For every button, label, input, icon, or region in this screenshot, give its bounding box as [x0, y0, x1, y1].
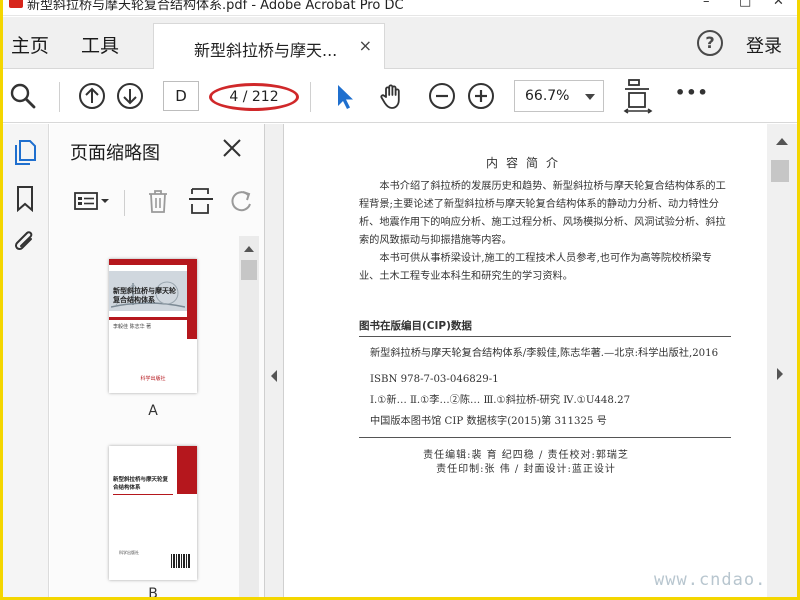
document-scrollbar[interactable] [767, 124, 797, 597]
page-paragraph: 本书介绍了斜拉桥的发展历史和趋势、新型斜拉桥与摩天轮复合结构体系的工程背景;主要… [359, 181, 726, 246]
divider [359, 336, 731, 337]
navigation-rail [3, 124, 49, 597]
login-button[interactable]: 登录 [746, 32, 782, 58]
thumbnails-scrollbar[interactable] [239, 236, 259, 597]
thumbnail-label: B [148, 586, 158, 597]
cip-line: 中国版本图书馆 CIP 数据核字(2015)第 311325 号 [370, 416, 607, 427]
close-window-button[interactable]: ✕ [773, 0, 784, 9]
tab-bar: 主页 工具 新型斜拉桥与摩天... × ? 登录 [3, 17, 797, 69]
page-number-input[interactable]: D [163, 81, 199, 111]
thumbnails-panel: 页面缩略图 新型斜拉桥与摩天轮复合结构体系 李毅佳 陈志华 著 科学出版社 A … [50, 124, 265, 597]
page-thumbnail[interactable]: 新型斜拉桥与摩天轮复合结构体系 李毅佳 陈志华 著 科学出版社 [109, 259, 197, 393]
chevron-down-icon [585, 94, 595, 100]
thumbnail-label: A [148, 403, 158, 419]
acrobat-icon [9, 0, 23, 8]
expand-panel-icon[interactable] [777, 368, 783, 380]
page-heading: 内容简介 [485, 156, 566, 170]
scroll-up-icon[interactable] [244, 246, 254, 252]
page-thumbnails-icon[interactable] [12, 138, 38, 166]
credits-line: 责任编辑:裴 育 纪四稳 / 责任校对:郭瑞芝 [423, 450, 629, 461]
hand-tool-icon[interactable] [378, 82, 406, 110]
next-page-icon[interactable] [116, 82, 144, 110]
collapse-panel-icon[interactable] [271, 370, 277, 382]
thumbnail-cover-title: 新型斜拉桥与摩天轮复合结构体系 [113, 287, 176, 304]
bookmark-icon[interactable] [12, 184, 38, 213]
document-view: 内容简介 本书介绍了斜拉桥的发展历史和趋势、新型斜拉桥与摩天轮复合结构体系的工程… [283, 124, 797, 597]
barcode-image [171, 554, 191, 568]
close-icon[interactable] [220, 136, 244, 160]
title-bar: 新型斜拉桥与摩天轮复合结构体系.pdf - Adobe Acrobat Pro … [3, 0, 797, 16]
thumbnail-publisher: 科学出版社 [119, 550, 139, 555]
divider [359, 437, 731, 438]
zoom-dropdown[interactable]: 66.7% [514, 80, 604, 112]
panel-title: 页面缩略图 [70, 143, 160, 164]
page-paragraph: 本书可供从事桥梁设计,施工的工程技术人员参考,也可作为高等院校桥梁专业、土木工程… [359, 253, 712, 282]
fit-page-icon[interactable] [623, 78, 653, 114]
prev-page-icon[interactable] [78, 82, 106, 110]
scrollbar-thumb[interactable] [241, 260, 257, 280]
document-tab-label: 新型斜拉桥与摩天... [194, 41, 338, 60]
toolbar: D 4 / 212 66.7% ••• [3, 70, 797, 123]
scroll-up-icon[interactable] [776, 138, 788, 145]
document-tab-close-button[interactable]: × [359, 36, 372, 55]
select-cursor-icon[interactable] [331, 82, 359, 110]
panel-toolbar [50, 180, 265, 224]
thumbnail-list: 新型斜拉桥与摩天轮复合结构体系 李毅佳 陈志华 著 科学出版社 A 新型斜拉桥与… [50, 232, 240, 597]
attachment-icon[interactable] [12, 228, 38, 256]
cip-line: 新型斜拉桥与摩天轮复合结构体系/李毅佳,陈志华著.—北京:科学出版社,2016 [370, 348, 719, 359]
more-icon[interactable]: ••• [675, 83, 709, 102]
document-tab[interactable]: 新型斜拉桥与摩天... × [153, 23, 385, 69]
delete-icon[interactable] [143, 186, 173, 216]
panel-splitter[interactable] [265, 124, 283, 597]
thumbnail-cover-title: 新型斜拉桥与摩天轮复合结构体系 [113, 477, 169, 491]
zoom-in-icon[interactable] [467, 82, 495, 110]
insert-page-icon[interactable] [186, 186, 216, 216]
credits-line: 责任印制:张 伟 / 封面设计:蓝正设计 [436, 464, 616, 475]
tab-home[interactable]: 主页 [11, 31, 49, 58]
toolbar-separator [310, 82, 311, 112]
pdf-page: 内容简介 本书介绍了斜拉桥的发展历史和趋势、新型斜拉桥与摩天轮复合结构体系的工程… [283, 124, 797, 597]
tab-tools[interactable]: 工具 [81, 31, 119, 58]
scrollbar-thumb[interactable] [771, 160, 789, 182]
page-thumbnail[interactable]: 新型斜拉桥与摩天轮复合结构体系 科学出版社 [109, 446, 197, 580]
toolbar-separator [59, 82, 60, 112]
window-title: 新型斜拉桥与摩天轮复合结构体系.pdf - Adobe Acrobat Pro … [27, 0, 404, 13]
rotate-icon[interactable] [226, 186, 256, 216]
minimize-button[interactable]: – [703, 0, 710, 9]
cip-heading: 图书在版编目(CIP)数据 [359, 320, 472, 332]
cip-line: ISBN 978-7-03-046829-1 [370, 374, 499, 385]
cip-line: Ⅰ.①新… Ⅱ.①李…②陈… Ⅲ.①斜拉桥-研究 Ⅳ.①U448.27 [370, 395, 631, 406]
acrobat-window: 新型斜拉桥与摩天轮复合结构体系.pdf - Adobe Acrobat Pro … [3, 0, 797, 597]
search-icon[interactable] [9, 82, 37, 110]
thumbnail-options-icon[interactable] [72, 186, 112, 216]
zoom-out-icon[interactable] [428, 82, 456, 110]
panel-separator [124, 190, 125, 216]
page-count: 4 / 212 [209, 83, 299, 111]
thumbnail-publisher: 科学出版社 [140, 376, 166, 382]
zoom-value: 66.7% [525, 88, 570, 104]
maximize-button[interactable]: □ [739, 0, 751, 9]
thumbnail-authors: 李毅佳 陈志华 著 [113, 324, 152, 330]
help-icon[interactable]: ? [697, 30, 723, 56]
